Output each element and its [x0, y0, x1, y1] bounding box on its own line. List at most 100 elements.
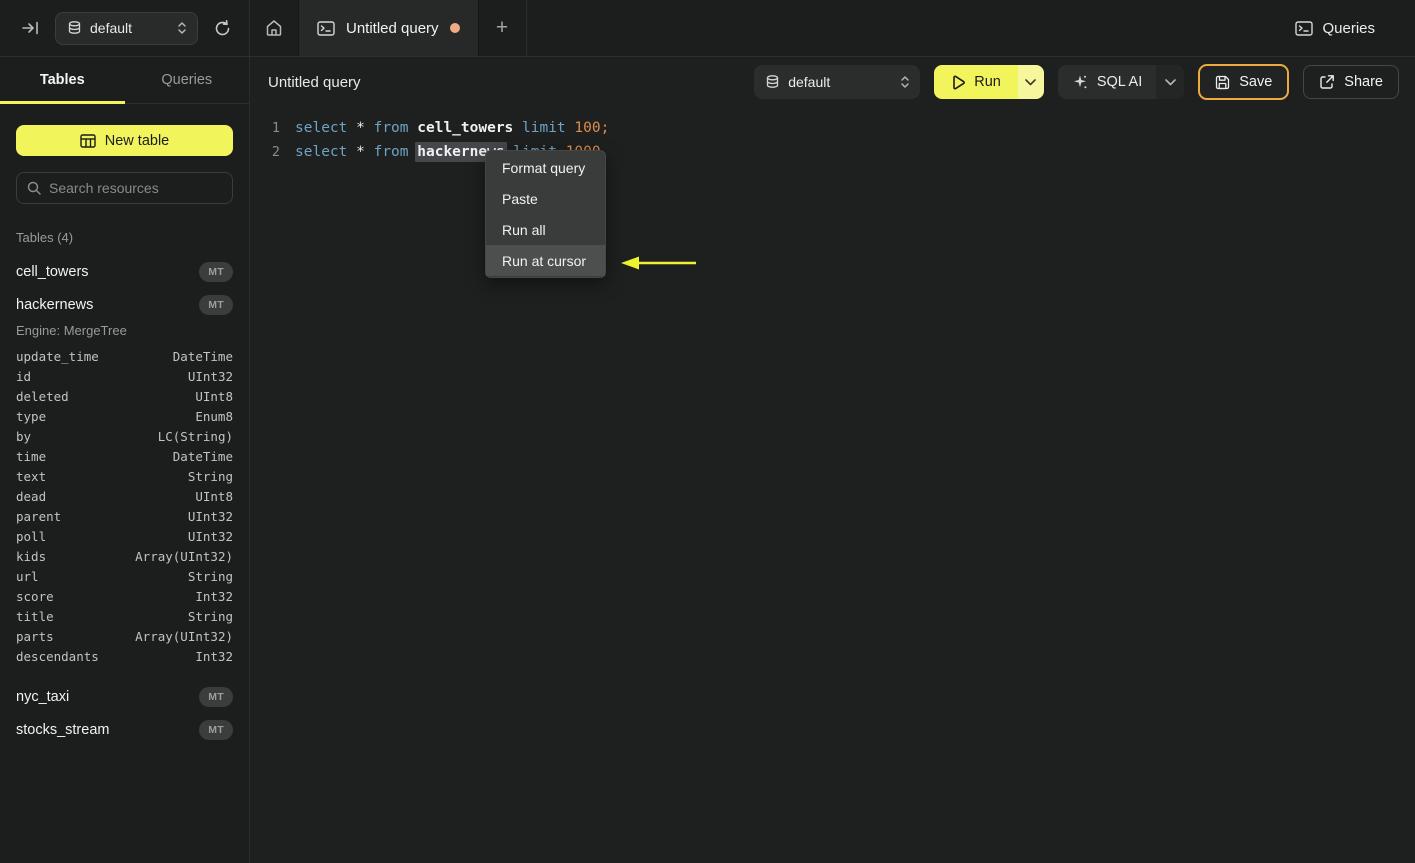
- run-options-caret[interactable]: [1017, 65, 1044, 99]
- table-row[interactable]: nyc_taxi MT: [0, 680, 249, 713]
- table-name: hackernews: [16, 296, 94, 313]
- save-floppy-icon: [1215, 75, 1230, 90]
- column-type: String: [187, 468, 233, 484]
- tab-untitled-query[interactable]: Untitled query: [298, 0, 479, 56]
- column-name: id: [16, 368, 32, 384]
- column-type: UInt8: [195, 388, 233, 404]
- queries-button[interactable]: Queries: [1295, 20, 1375, 37]
- column-type: Enum8: [195, 408, 233, 424]
- query-terminal-icon: [317, 20, 335, 36]
- line-number: 1: [271, 120, 280, 136]
- column-name: descendants: [16, 648, 99, 664]
- queries-button-label: Queries: [1322, 19, 1375, 37]
- share-button[interactable]: Share: [1303, 65, 1399, 99]
- topbar-database-selector[interactable]: default: [55, 11, 198, 45]
- collapse-sidebar-button[interactable]: [18, 17, 43, 39]
- table-row[interactable]: hackernews MT: [0, 288, 249, 321]
- refresh-button[interactable]: [210, 16, 235, 41]
- column-row: url String: [0, 566, 249, 586]
- table-columns: update_time DateTime id UInt32 deleted UInt8 t…: [0, 346, 249, 680]
- column-type: Int32: [195, 648, 233, 664]
- code-token: 100;: [574, 120, 610, 136]
- code-line: 1 select * from cell_towers limit 100;: [250, 116, 1415, 140]
- column-row: text String: [0, 466, 249, 486]
- column-type: UInt8: [195, 488, 233, 504]
- sidebar-tabs: Tables Queries: [0, 57, 249, 104]
- topbar-database-value: default: [90, 20, 133, 36]
- topbar-right-section: Queries: [1295, 0, 1415, 56]
- code-token: select: [295, 120, 348, 136]
- sparkle-icon: [1072, 74, 1088, 90]
- sidebar-tab-queries[interactable]: Queries: [125, 57, 250, 103]
- column-name: poll: [16, 528, 47, 544]
- column-type: LC(String): [157, 428, 233, 444]
- sql-ai-caret[interactable]: [1156, 65, 1185, 99]
- column-name: score: [16, 588, 54, 604]
- column-name: type: [16, 408, 47, 424]
- new-table-button[interactable]: New table: [16, 125, 233, 156]
- column-row: id UInt32: [0, 366, 249, 386]
- main-panel: Untitled query default Run SQL AI Save S…: [250, 57, 1415, 863]
- column-row: descendants Int32: [0, 646, 249, 666]
- column-name: kids: [16, 548, 47, 564]
- column-type: Array(UInt32): [135, 548, 233, 564]
- editor-context-menu: Format query Paste Run all Run at cursor: [485, 150, 606, 278]
- column-name: time: [16, 448, 47, 464]
- home-button[interactable]: [250, 0, 298, 56]
- share-button-label: Share: [1344, 74, 1383, 90]
- column-row: deleted UInt8: [0, 386, 249, 406]
- tables-list: cell_towers MT hackernews MT Engine: MergeTr…: [0, 255, 249, 746]
- tab-strip: Untitled query +: [250, 0, 527, 56]
- run-button[interactable]: Run: [934, 65, 1018, 99]
- sidebar-tab-tables[interactable]: Tables: [0, 57, 125, 104]
- table-engine-badge: MT: [199, 294, 233, 315]
- column-type: Int32: [195, 588, 233, 604]
- run-button-label: Run: [974, 74, 1001, 90]
- code-token: cell_towers: [417, 120, 514, 136]
- new-table-label: New table: [104, 132, 170, 149]
- search-box: [16, 172, 233, 204]
- column-name: parts: [16, 628, 54, 644]
- column-row: parent UInt32: [0, 506, 249, 526]
- save-button[interactable]: Save: [1198, 64, 1290, 100]
- app-window: default Untitled query + Queries Tables …: [0, 0, 1415, 863]
- home-icon: [265, 19, 283, 37]
- table-row[interactable]: stocks_stream MT: [0, 713, 249, 746]
- table-name: nyc_taxi: [16, 688, 70, 705]
- context-menu-item-run-all[interactable]: Run all: [486, 214, 605, 245]
- column-type: String: [187, 608, 233, 624]
- column-row: dead UInt8: [0, 486, 249, 506]
- table-row[interactable]: cell_towers MT: [0, 255, 249, 288]
- search-input[interactable]: [49, 180, 230, 196]
- column-row: title String: [0, 606, 249, 626]
- new-tab-button[interactable]: +: [479, 0, 527, 56]
- collapse-sidebar-icon: [22, 21, 39, 35]
- annotation-arrow: [618, 253, 700, 273]
- code-token: select: [295, 144, 348, 160]
- queries-terminal-icon: [1295, 20, 1314, 36]
- context-menu-item-paste[interactable]: Paste: [486, 183, 605, 214]
- top-bar: default Untitled query + Queries: [0, 0, 1415, 57]
- code-line: 2select * from hackernews limit 1000: [250, 140, 1415, 164]
- column-name: update_time: [16, 348, 99, 364]
- column-name: text: [16, 468, 47, 484]
- context-menu-item-format-query[interactable]: Format query: [486, 152, 605, 183]
- tab-label: Untitled query: [346, 19, 439, 37]
- table-engine-badge: MT: [199, 686, 233, 707]
- sql-editor[interactable]: 1 select * from cell_towers limit 100; 2 se…: [250, 107, 1415, 863]
- context-menu-item-run-at-cursor[interactable]: Run at cursor: [486, 245, 605, 276]
- table-engine-badge: MT: [199, 261, 233, 282]
- run-split-button: Run: [934, 65, 1044, 99]
- query-toolbar: Untitled query default Run SQL AI Save S…: [250, 57, 1415, 107]
- column-row: score Int32: [0, 586, 249, 606]
- line-number: 2: [271, 144, 280, 160]
- chevron-updown-icon: [177, 21, 187, 35]
- toolbar-database-selector[interactable]: default: [754, 65, 921, 99]
- database-icon: [766, 74, 779, 90]
- column-name: title: [16, 608, 54, 624]
- column-name: deleted: [16, 388, 69, 404]
- column-type: Array(UInt32): [135, 628, 233, 644]
- sql-ai-button[interactable]: SQL AI: [1058, 65, 1156, 99]
